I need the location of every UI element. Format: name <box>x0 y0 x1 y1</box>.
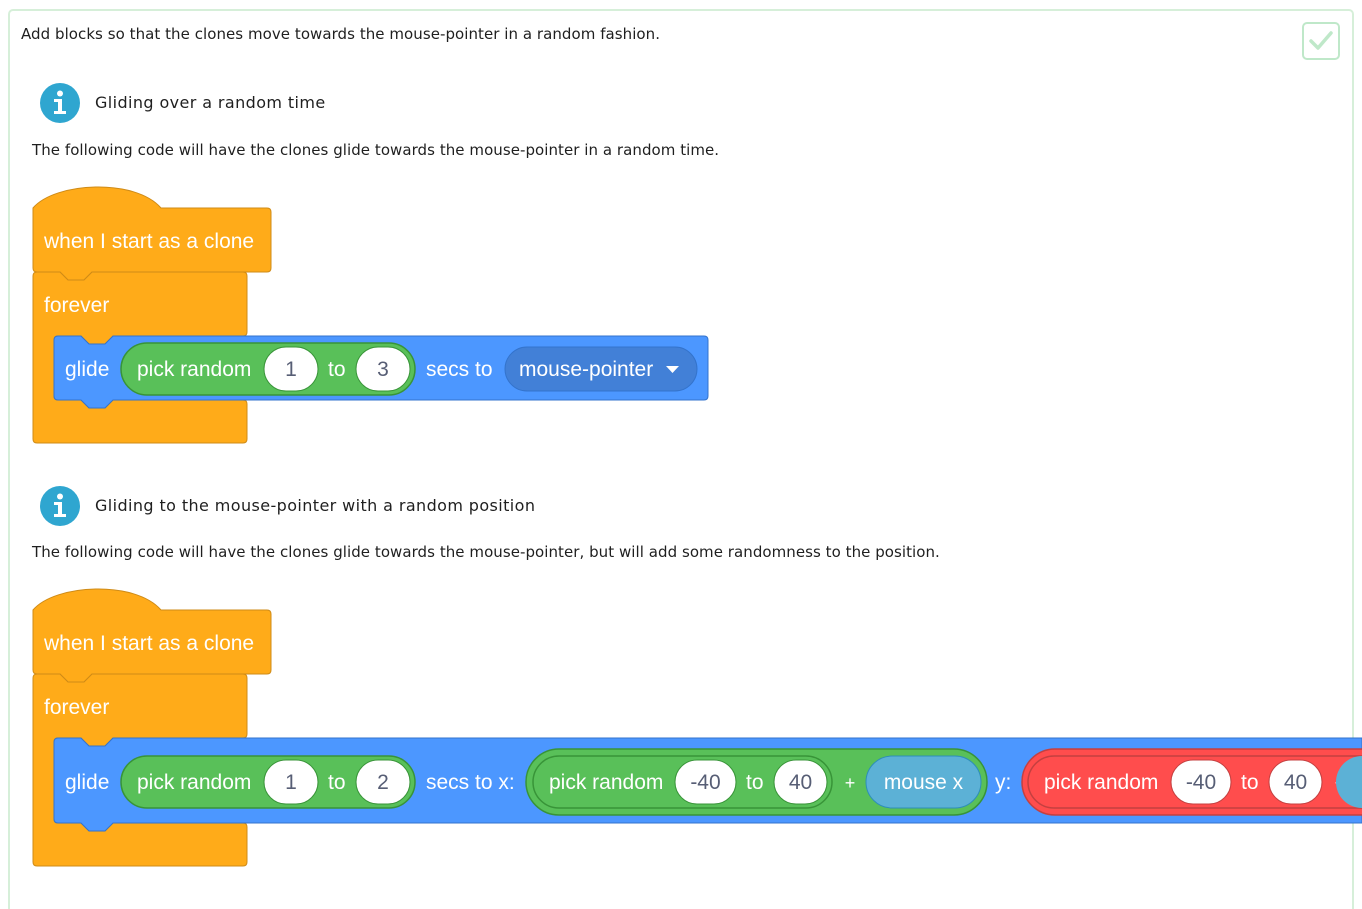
random-to-value: 2 <box>377 771 389 794</box>
y-to-label: to <box>1241 771 1259 794</box>
script-random-time: when I start as a clone forever glide pi… <box>32 186 709 444</box>
pick-random-label: pick random <box>137 771 251 794</box>
y-random-to-value: 40 <box>1284 771 1307 794</box>
glide-label: glide <box>65 771 109 794</box>
x-random-to-value: 40 <box>789 771 812 794</box>
y-pick-random-label: pick random <box>1044 771 1158 794</box>
secs-to-label: secs to <box>426 358 493 381</box>
to-label: to <box>328 358 346 381</box>
random-from-value: 1 <box>285 771 297 794</box>
forever-label: forever <box>44 294 109 317</box>
x-to-label: to <box>746 771 764 794</box>
random-to-value: 3 <box>377 358 389 381</box>
secs-to-x-label: secs to x: <box>426 771 515 794</box>
random-from-value: 1 <box>285 358 297 381</box>
hat-label: when I start as a clone <box>43 230 254 253</box>
plus-label: + <box>845 773 856 793</box>
forever-label: forever <box>44 696 109 719</box>
x-pick-random-label: pick random <box>549 771 663 794</box>
to-label: to <box>328 771 346 794</box>
target-dropdown-value: mouse-pointer <box>519 358 653 381</box>
y-random-from-value: -40 <box>1186 771 1216 794</box>
scratch-scripts: when I start as a clone forever glide pi… <box>32 186 1362 867</box>
y-label: y: <box>995 771 1011 794</box>
script-random-position: when I start as a clone forever glide pi… <box>32 588 1362 867</box>
hat-label: when I start as a clone <box>43 632 254 655</box>
x-random-from-value: -40 <box>690 771 720 794</box>
pick-random-label: pick random <box>137 358 251 381</box>
glide-label: glide <box>65 358 109 381</box>
mouse-x-label: mouse x <box>884 771 964 794</box>
